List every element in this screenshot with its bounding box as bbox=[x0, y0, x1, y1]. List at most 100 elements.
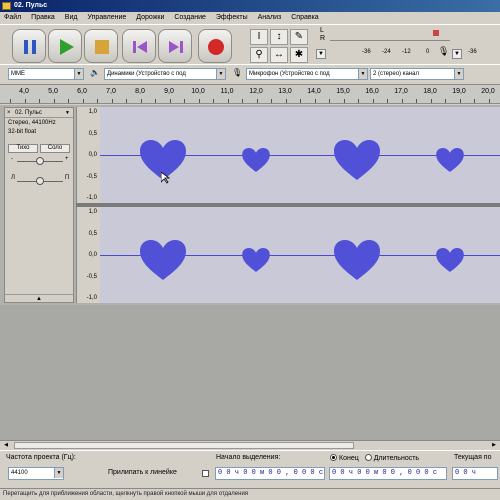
mute-button[interactable]: Тихо bbox=[8, 144, 38, 153]
selection-start-label: Начало выделения: bbox=[216, 454, 281, 461]
input-device-value: Микрофон (Устройство с под bbox=[249, 71, 330, 77]
microphone-icon: 🎙 bbox=[232, 68, 243, 77]
timeshift-tool[interactable]: ↔ bbox=[270, 47, 288, 63]
audio-host-value: MME bbox=[11, 71, 25, 77]
ruler-label: 14,0 bbox=[307, 88, 321, 95]
menu-tracks[interactable]: Дорожки bbox=[132, 12, 168, 24]
menu-effects[interactable]: Эффекты bbox=[212, 12, 252, 24]
heartbeat-pulse bbox=[242, 248, 270, 272]
track-header[interactable]: × 02. Пульс ▼ bbox=[5, 108, 73, 118]
menu-edit[interactable]: Правка bbox=[27, 12, 59, 24]
solo-button[interactable]: Соло bbox=[40, 144, 70, 153]
ruler-label: 12,0 bbox=[249, 88, 263, 95]
ruler-tick bbox=[97, 99, 98, 103]
pan-right-label: П bbox=[65, 175, 70, 181]
snap-to-checkbox[interactable] bbox=[202, 470, 209, 477]
scale-label: 0,0 bbox=[88, 252, 97, 258]
meter-scale-label: -36 bbox=[468, 49, 477, 55]
envelope-tool[interactable]: ↕ bbox=[270, 29, 288, 45]
output-device-select[interactable]: Динамики (Устройство с под ▼ bbox=[104, 68, 226, 80]
menu-file[interactable]: Файл bbox=[0, 12, 25, 24]
ruler-label: 6,0 bbox=[77, 88, 87, 95]
waveform-left-channel[interactable] bbox=[100, 107, 500, 203]
selection-end-time[interactable]: 0 0 ч 0 0 м 0 0 , 0 0 0 с bbox=[329, 467, 447, 480]
tools-panel: I ↕ ✎ ⚲ ↔ ✱ bbox=[248, 27, 312, 65]
meter-scale: ▼ -36 -24 -12 0 🎙 ▼ -36 bbox=[316, 46, 500, 61]
waveform-right-channel[interactable] bbox=[100, 207, 500, 303]
selection-tool[interactable]: I bbox=[250, 29, 268, 45]
audio-position-time[interactable]: 0 0 ч bbox=[452, 467, 498, 480]
end-radio[interactable] bbox=[330, 454, 337, 461]
draw-tool[interactable]: ✎ bbox=[290, 29, 308, 45]
ruler-label: 10,0 bbox=[191, 88, 205, 95]
audio-host-select[interactable]: MME ▼ bbox=[8, 68, 84, 80]
skip-start-icon bbox=[133, 41, 147, 53]
microphone-icon[interactable]: 🎙 bbox=[438, 46, 449, 57]
close-icon[interactable]: × bbox=[7, 108, 11, 118]
menu-view[interactable]: Вид bbox=[61, 12, 82, 24]
input-device-select[interactable]: Микрофон (Устройство с под ▼ bbox=[246, 68, 368, 80]
ruler-tick bbox=[489, 99, 490, 103]
menu-generate[interactable]: Создание bbox=[170, 12, 210, 24]
multi-tool[interactable]: ✱ bbox=[290, 47, 308, 63]
audio-position-label: Текущая по bbox=[454, 454, 492, 461]
horizontal-scrollbar[interactable]: ◀ ▶ bbox=[0, 440, 500, 450]
heartbeat-pulse bbox=[242, 148, 270, 172]
scale-label: 0,5 bbox=[88, 231, 97, 237]
menu-help[interactable]: Справка bbox=[287, 12, 322, 24]
ruler-label: 18,0 bbox=[423, 88, 437, 95]
length-radio[interactable] bbox=[364, 454, 372, 461]
heartbeat-pulse bbox=[334, 240, 380, 280]
scrollbar-thumb[interactable] bbox=[14, 442, 354, 449]
ruler-label: 9,0 bbox=[164, 88, 174, 95]
ruler-tick bbox=[25, 99, 26, 103]
amplitude-scale-top: 1,0 0,5 0,0 -0,5 -1,0 bbox=[76, 107, 100, 203]
record-meter-dropdown-icon[interactable]: ▼ bbox=[452, 49, 462, 59]
length-radio-label: Длительность bbox=[373, 455, 420, 462]
meter-dropdown-icon[interactable]: ▼ bbox=[316, 49, 326, 59]
ruler-label: 17,0 bbox=[394, 88, 408, 95]
project-rate-label: Частота проекта (Гц): bbox=[6, 454, 76, 461]
menu-transport[interactable]: Управление bbox=[83, 12, 130, 24]
timeline-ruler[interactable]: 4,0 5,0 6,0 7,0 8,0 9,0 10,0 11,0 12,0 1… bbox=[0, 84, 500, 104]
ruler-tick bbox=[373, 99, 374, 103]
record-icon bbox=[208, 39, 224, 55]
scale-label: -1,0 bbox=[86, 295, 97, 301]
selection-start-time[interactable]: 0 0 ч 0 0 м 0 0 , 0 0 0 с bbox=[215, 467, 325, 480]
app-icon bbox=[2, 2, 11, 10]
skip-start-button[interactable] bbox=[122, 29, 156, 63]
ruler-tick bbox=[416, 99, 417, 103]
ruler-tick bbox=[242, 99, 243, 103]
ruler-tick bbox=[54, 99, 55, 103]
speaker-icon: 🔈 bbox=[90, 68, 100, 77]
pause-button[interactable] bbox=[12, 29, 46, 63]
chevron-down-icon[interactable]: ▼ bbox=[65, 108, 70, 118]
track-name[interactable]: 02. Пульс bbox=[15, 108, 42, 118]
ruler-tick bbox=[112, 99, 113, 103]
mouse-cursor-icon bbox=[161, 172, 171, 184]
play-button[interactable] bbox=[48, 29, 82, 63]
ruler-tick bbox=[155, 99, 156, 103]
ruler-label: 11,0 bbox=[220, 88, 234, 95]
collapse-button[interactable]: ▲ bbox=[5, 294, 73, 303]
record-button[interactable] bbox=[198, 29, 232, 63]
pan-slider-handle[interactable] bbox=[36, 177, 44, 185]
gain-slider-handle[interactable] bbox=[36, 157, 44, 165]
meter-scale-label: -12 bbox=[402, 49, 411, 55]
meter-right-label: R bbox=[320, 35, 326, 42]
skip-end-button[interactable] bbox=[158, 29, 192, 63]
scale-label: -0,5 bbox=[86, 174, 97, 180]
project-rate-select[interactable]: 44100 ▼ bbox=[8, 467, 64, 480]
channels-select[interactable]: 2 (стерео) канал ▼ bbox=[370, 68, 464, 80]
empty-track-area[interactable] bbox=[0, 305, 500, 440]
stop-button[interactable] bbox=[84, 29, 118, 63]
scroll-left-icon[interactable]: ◀ bbox=[2, 442, 10, 449]
scroll-right-icon[interactable]: ▶ bbox=[490, 442, 498, 449]
ruler-tick bbox=[329, 99, 330, 103]
ruler-tick bbox=[39, 99, 40, 103]
heartbeat-pulse bbox=[334, 140, 380, 180]
ruler-tick bbox=[474, 99, 475, 103]
zoom-tool[interactable]: ⚲ bbox=[250, 47, 268, 63]
playback-meter[interactable]: L R bbox=[318, 27, 498, 43]
menu-analyze[interactable]: Анализ bbox=[254, 12, 286, 24]
